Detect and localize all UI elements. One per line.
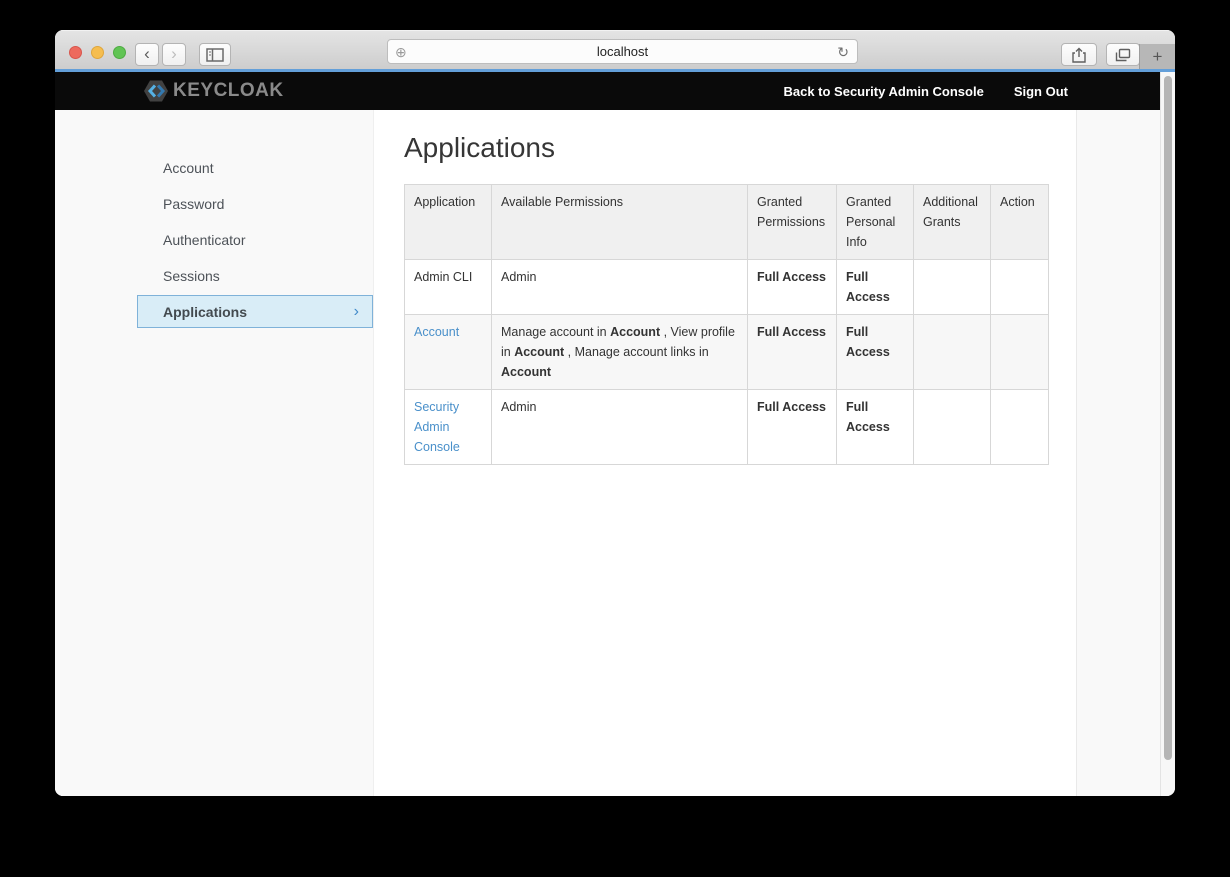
close-window-button[interactable] (69, 46, 82, 59)
application-link[interactable]: Security Admin Console (414, 400, 460, 454)
back-to-admin-console-link[interactable]: Back to Security Admin Console (783, 84, 983, 99)
url-circle-plus-icon[interactable]: ⊕ (395, 45, 407, 59)
tabs-icon (1115, 48, 1131, 62)
sidebar-item-label: Account (163, 160, 214, 176)
additional-grants-cell (914, 315, 991, 390)
granted-personal-info-cell: Full Access (837, 390, 914, 465)
application-cell: Admin CLI (405, 260, 492, 315)
sidebar-nav: Account Password Authenticator Sessions Appl… (137, 150, 373, 330)
granted-permissions-cell: Full Access (748, 315, 837, 390)
action-cell (991, 315, 1049, 390)
granted-permissions-cell: Full Access (748, 390, 837, 465)
granted-personal-info-cell: Full Access (837, 260, 914, 315)
sidebar-item-account[interactable]: Account (137, 150, 373, 186)
sign-out-link[interactable]: Sign Out (1014, 84, 1068, 99)
web-page: KEYCLOAK Back to Security Admin Console … (55, 72, 1160, 796)
share-button[interactable] (1061, 43, 1097, 66)
browser-window: ‹ › ⊕ localhost ↻ (55, 30, 1175, 796)
action-cell (991, 390, 1049, 465)
sidebar-item-password[interactable]: Password (137, 186, 373, 222)
granted-personal-info-cell: Full Access (837, 315, 914, 390)
forward-icon: › (171, 45, 177, 64)
column-header: Additional Grants (914, 185, 991, 260)
minimize-window-button[interactable] (91, 46, 104, 59)
column-header: Application (405, 185, 492, 260)
application-cell: Account (405, 315, 492, 390)
keycloak-navbar: KEYCLOAK Back to Security Admin Console … (55, 72, 1160, 110)
additional-grants-cell (914, 260, 991, 315)
sidebar-item-sessions[interactable]: Sessions (137, 258, 373, 294)
action-cell (991, 260, 1049, 315)
available-permissions-cell: Admin (492, 260, 748, 315)
new-tab-plus-icon: + (1153, 48, 1163, 65)
sidebar-item-label: Password (163, 196, 224, 212)
application-cell: Security Admin Console (405, 390, 492, 465)
column-header: Available Permissions (492, 185, 748, 260)
column-header: Granted Permissions (748, 185, 837, 260)
granted-permissions-cell: Full Access (748, 260, 837, 315)
share-icon (1072, 47, 1086, 63)
keycloak-logo[interactable]: KEYCLOAK (143, 79, 284, 103)
application-link[interactable]: Account (414, 325, 459, 339)
table-row: Security Admin ConsoleAdminFull AccessFu… (405, 390, 1049, 465)
main-content: Applications ApplicationAvailable Permis… (374, 110, 1076, 465)
page-body: Applications ApplicationAvailable Permis… (55, 110, 1160, 796)
browser-toolbar: ‹ › ⊕ localhost ↻ (55, 30, 1175, 69)
navbar-links: Back to Security Admin Console Sign Out (783, 84, 1160, 99)
content-panel: Applications ApplicationAvailable Permis… (373, 110, 1077, 796)
tab-overview-button[interactable] (1106, 43, 1140, 66)
available-permissions-cell: Admin (492, 390, 748, 465)
forward-button[interactable]: › (162, 43, 186, 66)
zoom-window-button[interactable] (113, 46, 126, 59)
chevron-right-icon: › (354, 303, 372, 321)
available-permissions-cell: Manage account in Account , View profile… (492, 315, 748, 390)
applications-table: ApplicationAvailable PermissionsGranted … (404, 184, 1049, 465)
table-row: Admin CLIAdminFull AccessFull Access (405, 260, 1049, 315)
column-header: Action (991, 185, 1049, 260)
sidebar-toggle-button[interactable] (199, 43, 231, 66)
page-title: Applications (404, 130, 1076, 166)
additional-grants-cell (914, 390, 991, 465)
scrollbar-thumb[interactable] (1164, 76, 1172, 760)
keycloak-logo-text: KEYCLOAK (173, 80, 284, 102)
sidebar-item-label: Sessions (163, 268, 220, 284)
keycloak-logo-icon (143, 79, 169, 103)
address-bar[interactable]: ⊕ localhost ↻ (387, 39, 858, 64)
reload-icon[interactable]: ↻ (837, 45, 849, 59)
url-text: localhost (388, 44, 857, 59)
back-icon: ‹ (144, 45, 150, 64)
sidebar-item-authenticator[interactable]: Authenticator (137, 222, 373, 258)
sidebar-item-label: Authenticator (163, 232, 246, 248)
sidebar-toggle-icon (206, 48, 224, 62)
new-tab-button[interactable]: + (1139, 44, 1175, 69)
table-row: Account Manage account in Account , View … (405, 315, 1049, 390)
table-header-row: ApplicationAvailable PermissionsGranted … (405, 185, 1049, 260)
back-button[interactable]: ‹ (135, 43, 159, 66)
browser-scrollbar[interactable] (1160, 72, 1175, 796)
sidebar-item-label: Applications (163, 304, 247, 320)
sidebar-item-applications[interactable]: Applications › (137, 295, 373, 328)
column-header: Granted Personal Info (837, 185, 914, 260)
